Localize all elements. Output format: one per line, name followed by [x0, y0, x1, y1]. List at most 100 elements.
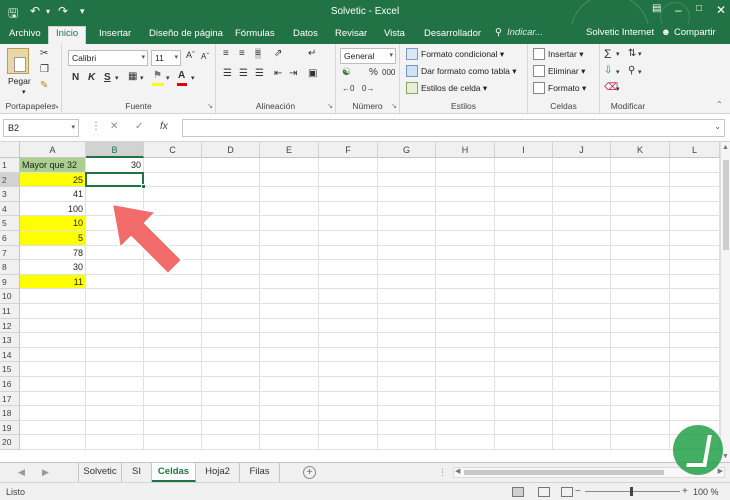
cell-b19[interactable]	[86, 420, 144, 436]
cell-d9[interactable]	[202, 274, 260, 290]
cell-a6[interactable]: 5	[20, 231, 86, 246]
cell-g5[interactable]	[378, 216, 436, 231]
row-header-16[interactable]: 16	[0, 377, 20, 392]
paste-dropdown-icon[interactable]: ▾	[22, 88, 26, 96]
page-layout-view-icon[interactable]	[538, 487, 550, 497]
cell-k2[interactable]	[611, 172, 670, 188]
cell-l7[interactable]	[670, 245, 720, 261]
cell-j19[interactable]	[553, 420, 611, 436]
cell-e10[interactable]	[260, 289, 319, 304]
cell-g11[interactable]	[378, 304, 436, 319]
column-header-l[interactable]: L	[670, 142, 720, 158]
cell-j15[interactable]	[553, 362, 611, 377]
cell-i19[interactable]	[495, 420, 553, 436]
enter-icon[interactable]: ✓	[135, 121, 143, 132]
cell-a8[interactable]: 30	[20, 260, 86, 275]
cell-d6[interactable]	[202, 231, 260, 246]
cell-styles-button[interactable]: Estilos de celda ▾	[406, 82, 487, 94]
cell-j14[interactable]	[553, 347, 611, 363]
tab-diseno-pagina[interactable]: Diseño de página	[142, 27, 230, 44]
cell-a13[interactable]	[20, 333, 86, 348]
cell-f12[interactable]	[319, 318, 378, 334]
next-sheet-icon[interactable]: ▶	[42, 467, 49, 478]
scroll-right-icon[interactable]: ▶	[718, 467, 723, 475]
fill-color-icon[interactable]: ⚑	[153, 70, 162, 81]
cell-f5[interactable]	[319, 216, 378, 231]
cell-f3[interactable]	[319, 187, 378, 202]
merge-center-icon[interactable]: ▣	[308, 68, 317, 79]
cell-e13[interactable]	[260, 333, 319, 348]
cell-d12[interactable]	[202, 318, 260, 334]
cell-l5[interactable]	[670, 216, 720, 231]
cell-c19[interactable]	[144, 420, 202, 436]
sheet-tab-hoja2[interactable]: Hoja2	[196, 463, 240, 482]
cell-i4[interactable]	[495, 201, 553, 217]
row-header-5[interactable]: 5	[0, 216, 20, 231]
align-top-icon[interactable]: ≡	[223, 48, 229, 59]
cell-j11[interactable]	[553, 304, 611, 319]
cell-c18[interactable]	[144, 406, 202, 421]
percent-button[interactable]: %	[369, 67, 378, 78]
cell-d19[interactable]	[202, 420, 260, 436]
cell-b13[interactable]	[86, 333, 144, 348]
cell-g15[interactable]	[378, 362, 436, 377]
page-break-view-icon[interactable]	[561, 487, 573, 497]
cell-i14[interactable]	[495, 347, 553, 363]
cut-icon[interactable]: ✂	[40, 48, 48, 59]
cell-h18[interactable]	[436, 406, 495, 421]
cell-k7[interactable]	[611, 245, 670, 261]
cell-k8[interactable]	[611, 260, 670, 275]
scroll-thumb[interactable]	[464, 470, 664, 475]
tab-insertar[interactable]: Insertar	[92, 27, 138, 44]
chevron-down-icon[interactable]: ▾	[166, 74, 170, 82]
cell-h19[interactable]	[436, 420, 495, 436]
tab-split-icon[interactable]: ⋮	[438, 467, 447, 478]
cell-a5[interactable]: 10	[20, 216, 86, 231]
column-header-a[interactable]: A	[20, 142, 86, 158]
cell-a19[interactable]	[20, 420, 86, 436]
cell-l13[interactable]	[670, 333, 720, 348]
cell-c2[interactable]	[144, 172, 202, 188]
cell-d7[interactable]	[202, 245, 260, 261]
column-header-i[interactable]: I	[495, 142, 553, 158]
cell-l2[interactable]	[670, 172, 720, 188]
cell-k11[interactable]	[611, 304, 670, 319]
cell-i2[interactable]	[495, 172, 553, 188]
dialog-launcher-icon[interactable]: ↘	[207, 102, 213, 110]
column-header-g[interactable]: G	[378, 142, 436, 158]
cell-g4[interactable]	[378, 201, 436, 217]
cell-h7[interactable]	[436, 245, 495, 261]
cell-a14[interactable]	[20, 347, 86, 363]
row-header-2[interactable]: 2	[0, 172, 20, 188]
cell-e19[interactable]	[260, 420, 319, 436]
increase-decimal-icon[interactable]: ←0	[342, 84, 354, 93]
cell-h8[interactable]	[436, 260, 495, 275]
cell-i7[interactable]	[495, 245, 553, 261]
cell-k4[interactable]	[611, 201, 670, 217]
cell-j4[interactable]	[553, 201, 611, 217]
decrease-decimal-icon[interactable]: 0→	[362, 84, 374, 93]
cell-k1[interactable]	[611, 158, 670, 173]
cell-h12[interactable]	[436, 318, 495, 334]
chevron-down-icon[interactable]: ▾	[115, 74, 119, 82]
column-header-h[interactable]: H	[436, 142, 495, 158]
cell-i11[interactable]	[495, 304, 553, 319]
row-header-15[interactable]: 15	[0, 362, 20, 377]
cell-c12[interactable]	[144, 318, 202, 334]
cell-h20[interactable]	[436, 435, 495, 450]
cell-c13[interactable]	[144, 333, 202, 348]
cell-c10[interactable]	[144, 289, 202, 304]
select-all-corner[interactable]	[0, 142, 20, 158]
cell-c15[interactable]	[144, 362, 202, 377]
cell-b15[interactable]	[86, 362, 144, 377]
cell-k3[interactable]	[611, 187, 670, 202]
cell-g3[interactable]	[378, 187, 436, 202]
cell-a9[interactable]: 11	[20, 274, 86, 290]
tab-inicio[interactable]: Inicio	[48, 26, 87, 44]
cell-i8[interactable]	[495, 260, 553, 275]
cell-j10[interactable]	[553, 289, 611, 304]
cell-b11[interactable]	[86, 304, 144, 319]
cell-l16[interactable]	[670, 377, 720, 392]
cell-h14[interactable]	[436, 347, 495, 363]
cell-e11[interactable]	[260, 304, 319, 319]
